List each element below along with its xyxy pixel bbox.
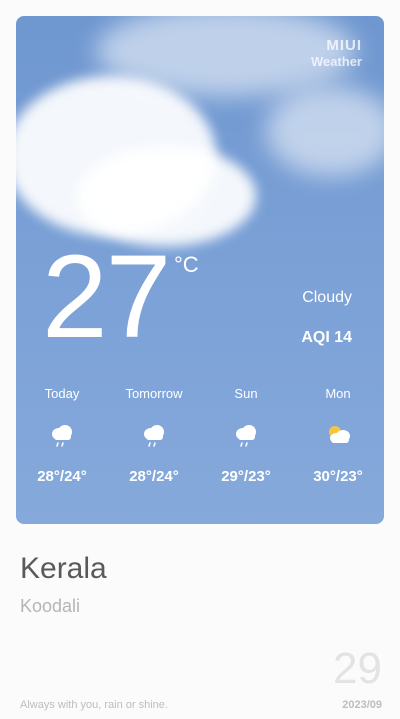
- forecast-day-name: Mon: [325, 386, 351, 401]
- current-condition: Cloudy: [302, 289, 352, 306]
- forecast-range: 28°/24°: [37, 468, 87, 485]
- weather-card[interactable]: MIUI Weather 27 °C Cloudy AQI 14 Today 2…: [16, 16, 384, 524]
- forecast-range: 28°/24°: [129, 468, 179, 485]
- rain-cloud-icon: [200, 422, 292, 452]
- location-area: Koodali: [20, 596, 81, 616]
- forecast-day: Mon 30°/23°: [292, 386, 384, 485]
- forecast-day: Today 28°/24°: [16, 386, 108, 485]
- date-year-month: 2023/09: [342, 699, 382, 711]
- cloud-bg-right: [266, 86, 384, 176]
- date-day: 29: [333, 644, 382, 693]
- forecast-day: Tomorrow 28°/24°: [108, 386, 200, 485]
- tagline: Always with you, rain or shine.: [20, 699, 168, 711]
- forecast-range: 30°/23°: [313, 468, 363, 485]
- forecast-day-name: Sun: [234, 386, 258, 401]
- temperature-unit: °C: [174, 252, 199, 277]
- rain-cloud-icon: [16, 422, 108, 452]
- forecast-day: Sun 29°/23°: [200, 386, 292, 485]
- brand-line1: MIUI: [326, 37, 362, 54]
- location-city: Kerala: [20, 552, 107, 585]
- aqi-value: AQI 14: [301, 329, 352, 346]
- forecast-range: 29°/23°: [221, 468, 271, 485]
- weather-widget-page: MIUI Weather 27 °C Cloudy AQI 14 Today 2…: [0, 0, 400, 719]
- current-temperature: 27: [42, 231, 171, 363]
- forecast-day-name: Tomorrow: [125, 386, 183, 401]
- brand-line2: Weather: [310, 53, 362, 69]
- forecast-row: Today 28°/24° Tomorrow 28°/24° Sun 29°/2…: [16, 386, 384, 485]
- forecast-day-name: Today: [44, 386, 80, 401]
- partly-cloudy-icon: [292, 422, 384, 452]
- brand-watermark: MIUI Weather: [310, 37, 362, 69]
- rain-cloud-icon: [108, 422, 200, 452]
